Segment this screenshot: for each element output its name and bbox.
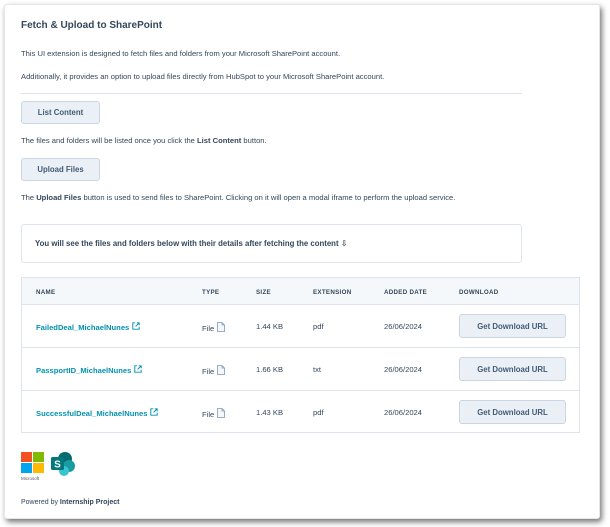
microsoft-square-green (33, 452, 44, 462)
upload-desc-prefix: The (21, 193, 37, 202)
content-notice: You will see the files and folders below… (21, 224, 522, 263)
file-icon (217, 322, 226, 334)
header-download: DOWNLOAD (459, 289, 499, 296)
table-row: SuccessfulDeal_MichaelNunes File 1.43 KB… (22, 391, 579, 434)
list-content-description: The files and folders will be listed onc… (21, 136, 267, 145)
file-icon (217, 408, 226, 420)
list-content-button[interactable]: List Content (21, 101, 100, 124)
svg-text:S: S (54, 460, 61, 471)
file-type-label: File (202, 366, 215, 376)
microsoft-square-yellow (33, 463, 44, 473)
file-extension: pdf (313, 408, 324, 417)
file-size: 1.44 KB (256, 322, 284, 331)
divider (21, 93, 522, 94)
sharepoint-logo-icon: S (50, 452, 76, 476)
powered-by: Powered by Internship Project (21, 499, 119, 506)
microsoft-square-red (21, 452, 32, 462)
page-title: Fetch & Upload to SharePoint (21, 20, 163, 31)
header-extension: EXTENSION (313, 289, 352, 296)
header-added-date: ADDED DATE (384, 289, 428, 296)
file-type-label: File (202, 323, 215, 333)
table-row: FailedDeal_MichaelNunes File 1.44 KB pdf… (22, 305, 579, 348)
file-icon (217, 365, 226, 377)
file-name[interactable]: PassportID_MichaelNunes (36, 366, 131, 375)
header-name: NAME (36, 289, 56, 296)
external-link-icon (132, 322, 140, 332)
table-row: PassportID_MichaelNunes File 1.66 KB txt… (22, 348, 579, 391)
extension-card: Fetch & Upload to SharePoint This UI ext… (4, 4, 600, 519)
file-name-link[interactable]: PassportID_MichaelNunes (36, 365, 143, 375)
file-type: File (202, 408, 226, 420)
get-download-url-button[interactable]: Get Download URL (459, 400, 566, 424)
file-added-date: 26/06/2024 (384, 408, 423, 417)
file-added-date: 26/06/2024 (384, 322, 423, 331)
intro-line-1: This UI extension is designed to fetch f… (21, 49, 341, 58)
file-type: File (202, 322, 226, 334)
file-added-date: 26/06/2024 (384, 365, 423, 374)
file-name[interactable]: SuccessfulDeal_MichaelNunes (36, 409, 147, 418)
file-name[interactable]: FailedDeal_MichaelNunes (36, 323, 129, 332)
file-size: 1.43 KB (256, 408, 284, 417)
get-download-url-button[interactable]: Get Download URL (459, 314, 566, 338)
upload-files-button[interactable]: Upload Files (21, 158, 100, 181)
microsoft-logo-text: Microsoft (21, 476, 40, 481)
microsoft-logo: Microsoft (21, 452, 46, 481)
microsoft-square-blue (21, 463, 32, 473)
notice-text: You will see the files and folders below… (35, 239, 348, 248)
intro-line-2: Additionally, it provides an option to u… (21, 72, 385, 81)
powered-prefix: Powered by (21, 499, 60, 506)
upload-files-description: The Upload Files button is used to send … (21, 193, 455, 202)
get-download-url-button[interactable]: Get Download URL (459, 357, 566, 381)
header-size: SIZE (256, 289, 271, 296)
file-type-label: File (202, 409, 215, 419)
file-type: File (202, 365, 226, 377)
header-type: TYPE (202, 289, 220, 296)
file-name-link[interactable]: SuccessfulDeal_MichaelNunes (36, 408, 159, 418)
file-size: 1.66 KB (256, 365, 284, 374)
list-desc-prefix: The files and folders will be listed onc… (21, 136, 198, 145)
microsoft-logo-icon (21, 452, 45, 474)
file-extension: pdf (313, 322, 324, 331)
upload-desc-suffix: button is used to send files to SharePoi… (81, 193, 456, 202)
table-header: NAME TYPE SIZE EXTENSION ADDED DATE DOWN… (22, 278, 579, 305)
files-table: NAME TYPE SIZE EXTENSION ADDED DATE DOWN… (21, 277, 580, 433)
external-link-icon (134, 365, 143, 375)
list-desc-bold: List Content (197, 136, 242, 145)
list-desc-suffix: button. (241, 136, 267, 145)
powered-project: Internship Project (59, 499, 120, 506)
upload-desc-bold: Upload Files (36, 193, 82, 202)
file-extension: txt (313, 365, 322, 374)
file-name-link[interactable]: FailedDeal_MichaelNunes (36, 322, 140, 332)
external-link-icon (150, 408, 159, 418)
